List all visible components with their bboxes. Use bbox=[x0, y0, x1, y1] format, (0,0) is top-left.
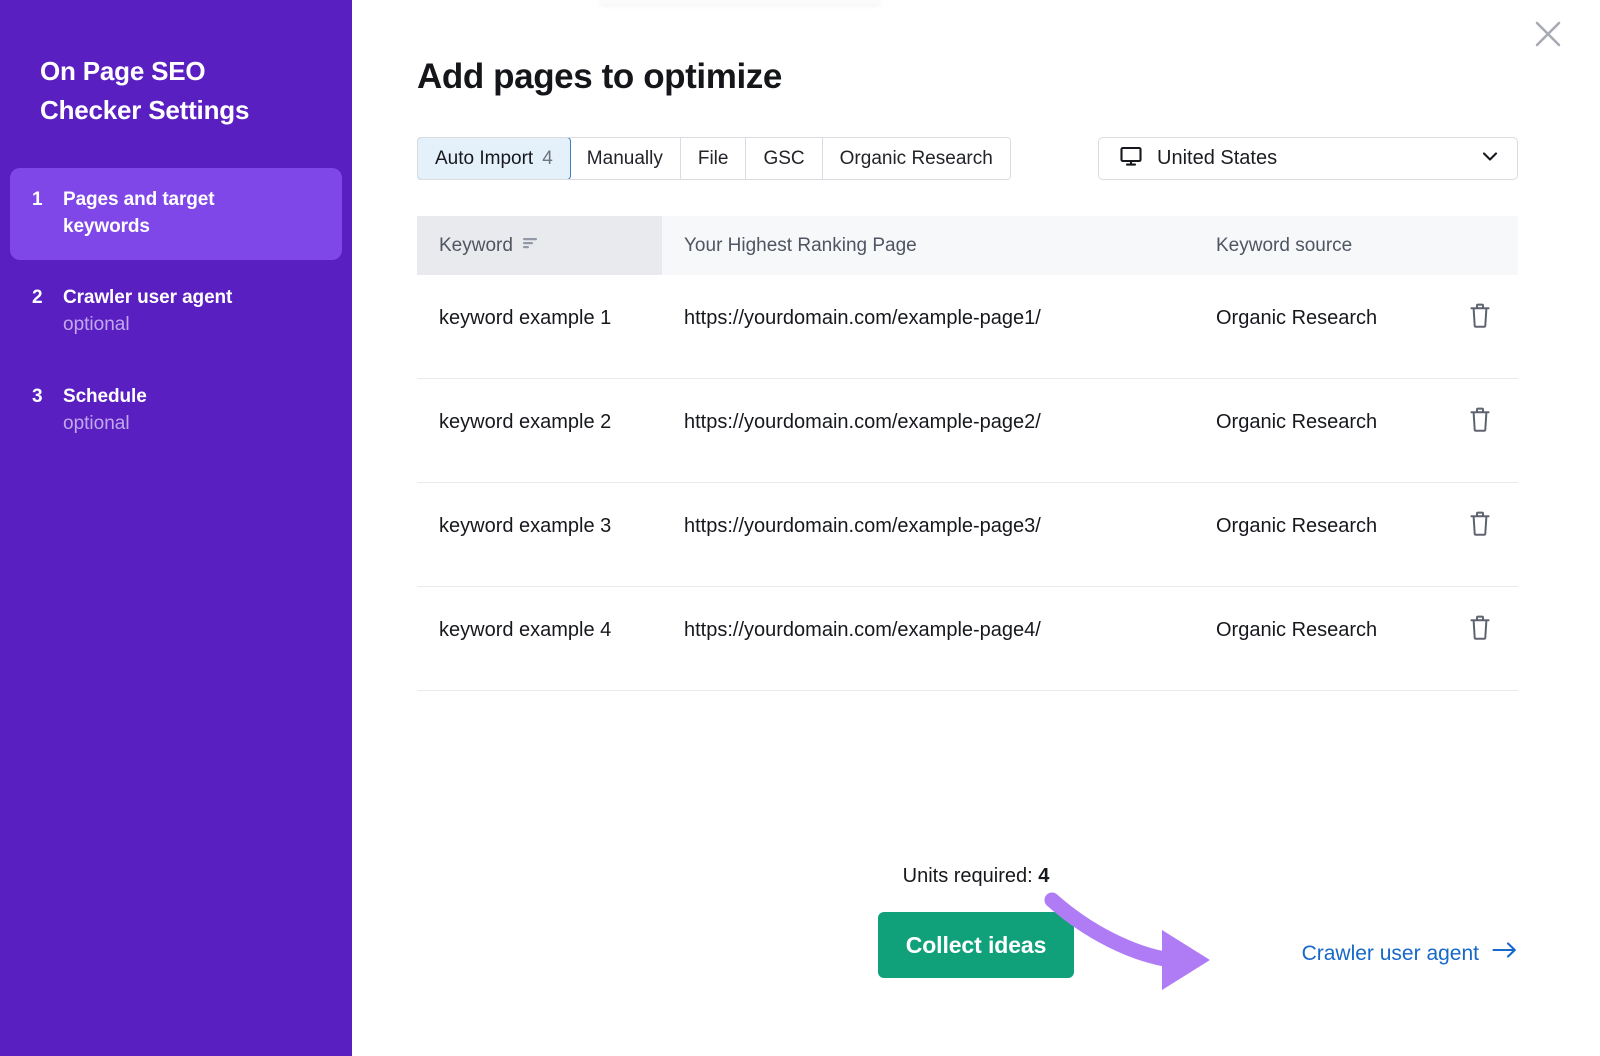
collect-ideas-button[interactable]: Collect ideas bbox=[878, 912, 1075, 978]
cell-keyword: keyword example 2 bbox=[417, 406, 662, 438]
modal-top-edge-decoration bbox=[600, 0, 880, 4]
table-row: keyword example 4 https://yourdomain.com… bbox=[417, 587, 1518, 691]
cell-keyword-source: Organic Research bbox=[1194, 406, 1428, 438]
step-number-1: 1 bbox=[32, 186, 45, 213]
keywords-table: Keyword Your Highest Ranking Page Keywor… bbox=[417, 216, 1518, 691]
tab-file-label: File bbox=[698, 138, 729, 179]
arrow-right-icon bbox=[1492, 938, 1518, 970]
column-header-ranking-page-label: Your Highest Ranking Page bbox=[684, 216, 917, 275]
step-number-2: 2 bbox=[32, 284, 45, 311]
tab-manually-label: Manually bbox=[587, 138, 663, 179]
cell-actions bbox=[1428, 510, 1518, 537]
cell-ranking-page: https://yourdomain.com/example-page2/ bbox=[662, 406, 1194, 438]
sidebar-item-pages-and-target-keywords[interactable]: 1 Pages and target keywords bbox=[10, 168, 342, 260]
tab-file[interactable]: File bbox=[681, 138, 747, 179]
units-required-value: 4 bbox=[1038, 865, 1049, 887]
tab-auto-import-label: Auto Import bbox=[435, 138, 533, 179]
sidebar-item-label-pages: Pages and target keywords bbox=[63, 186, 293, 240]
tab-manually[interactable]: Manually bbox=[570, 138, 681, 179]
column-header-keyword[interactable]: Keyword bbox=[417, 216, 662, 275]
units-required: Units required: 4 bbox=[352, 861, 1600, 891]
chevron-down-icon bbox=[1479, 145, 1501, 172]
cell-keyword-source: Organic Research bbox=[1194, 302, 1428, 334]
crawler-user-agent-link[interactable]: Crawler user agent bbox=[1302, 938, 1518, 970]
sidebar-title: On Page SEO Checker Settings bbox=[0, 52, 352, 130]
sidebar-item-schedule[interactable]: 3 Schedule optional bbox=[10, 365, 342, 458]
sidebar-item-crawler-user-agent[interactable]: 2 Crawler user agent optional bbox=[10, 266, 342, 359]
tab-gsc[interactable]: GSC bbox=[746, 138, 822, 179]
trash-icon[interactable] bbox=[1469, 406, 1491, 433]
column-header-actions bbox=[1428, 216, 1518, 275]
cell-keyword: keyword example 4 bbox=[417, 614, 662, 646]
source-controls-row: Auto Import 4 Manually File GSC Organic … bbox=[417, 136, 1518, 180]
tab-gsc-label: GSC bbox=[763, 138, 804, 179]
cell-ranking-page: https://yourdomain.com/example-page4/ bbox=[662, 614, 1194, 646]
cell-actions bbox=[1428, 302, 1518, 329]
country-select-value: United States bbox=[1157, 138, 1465, 179]
cell-ranking-page: https://yourdomain.com/example-page3/ bbox=[662, 510, 1194, 542]
cell-keyword: keyword example 3 bbox=[417, 510, 662, 542]
trash-icon[interactable] bbox=[1469, 302, 1491, 329]
sidebar-item-label-crawler: Crawler user agent bbox=[63, 284, 232, 311]
page-title: Add pages to optimize bbox=[417, 53, 782, 101]
settings-sidebar: On Page SEO Checker Settings 1 Pages and… bbox=[0, 0, 352, 1056]
close-icon[interactable] bbox=[1526, 12, 1570, 56]
column-header-keyword-source: Keyword source bbox=[1194, 216, 1428, 275]
column-header-keyword-label: Keyword bbox=[439, 216, 513, 275]
table-row: keyword example 2 https://yourdomain.com… bbox=[417, 379, 1518, 483]
tab-auto-import[interactable]: Auto Import 4 bbox=[417, 137, 571, 180]
table-row: keyword example 3 https://yourdomain.com… bbox=[417, 483, 1518, 587]
table-header-row: Keyword Your Highest Ranking Page Keywor… bbox=[417, 216, 1518, 275]
sort-icon bbox=[522, 216, 538, 275]
sidebar-item-optional-schedule: optional bbox=[63, 410, 147, 438]
cell-actions bbox=[1428, 406, 1518, 433]
units-required-label: Units required: bbox=[903, 865, 1033, 887]
step-number-3: 3 bbox=[32, 383, 45, 410]
on-page-seo-checker-settings-modal: On Page SEO Checker Settings 1 Pages and… bbox=[0, 0, 1600, 1056]
country-select[interactable]: United States bbox=[1098, 137, 1518, 180]
trash-icon[interactable] bbox=[1469, 510, 1491, 537]
cell-keyword: keyword example 1 bbox=[417, 302, 662, 334]
crawler-user-agent-link-label: Crawler user agent bbox=[1302, 938, 1479, 970]
cell-actions bbox=[1428, 614, 1518, 641]
trash-icon[interactable] bbox=[1469, 614, 1491, 641]
import-source-tabs: Auto Import 4 Manually File GSC Organic … bbox=[417, 137, 1011, 180]
sidebar-step-list: 1 Pages and target keywords 2 Crawler us… bbox=[0, 168, 352, 458]
cell-keyword-source: Organic Research bbox=[1194, 510, 1428, 542]
sidebar-item-label-schedule: Schedule bbox=[63, 383, 147, 410]
tab-organic-research-label: Organic Research bbox=[840, 138, 993, 179]
table-row: keyword example 1 https://yourdomain.com… bbox=[417, 275, 1518, 379]
tab-organic-research[interactable]: Organic Research bbox=[823, 138, 1010, 179]
cell-ranking-page: https://yourdomain.com/example-page1/ bbox=[662, 302, 1194, 334]
monitor-icon bbox=[1119, 144, 1143, 173]
column-header-ranking-page: Your Highest Ranking Page bbox=[662, 216, 1194, 275]
column-header-keyword-source-label: Keyword source bbox=[1216, 216, 1352, 275]
sidebar-item-optional-crawler: optional bbox=[63, 311, 232, 339]
cell-keyword-source: Organic Research bbox=[1194, 614, 1428, 646]
main-panel: Add pages to optimize Auto Import 4 Manu… bbox=[352, 0, 1600, 1056]
tab-auto-import-count: 4 bbox=[542, 138, 553, 179]
